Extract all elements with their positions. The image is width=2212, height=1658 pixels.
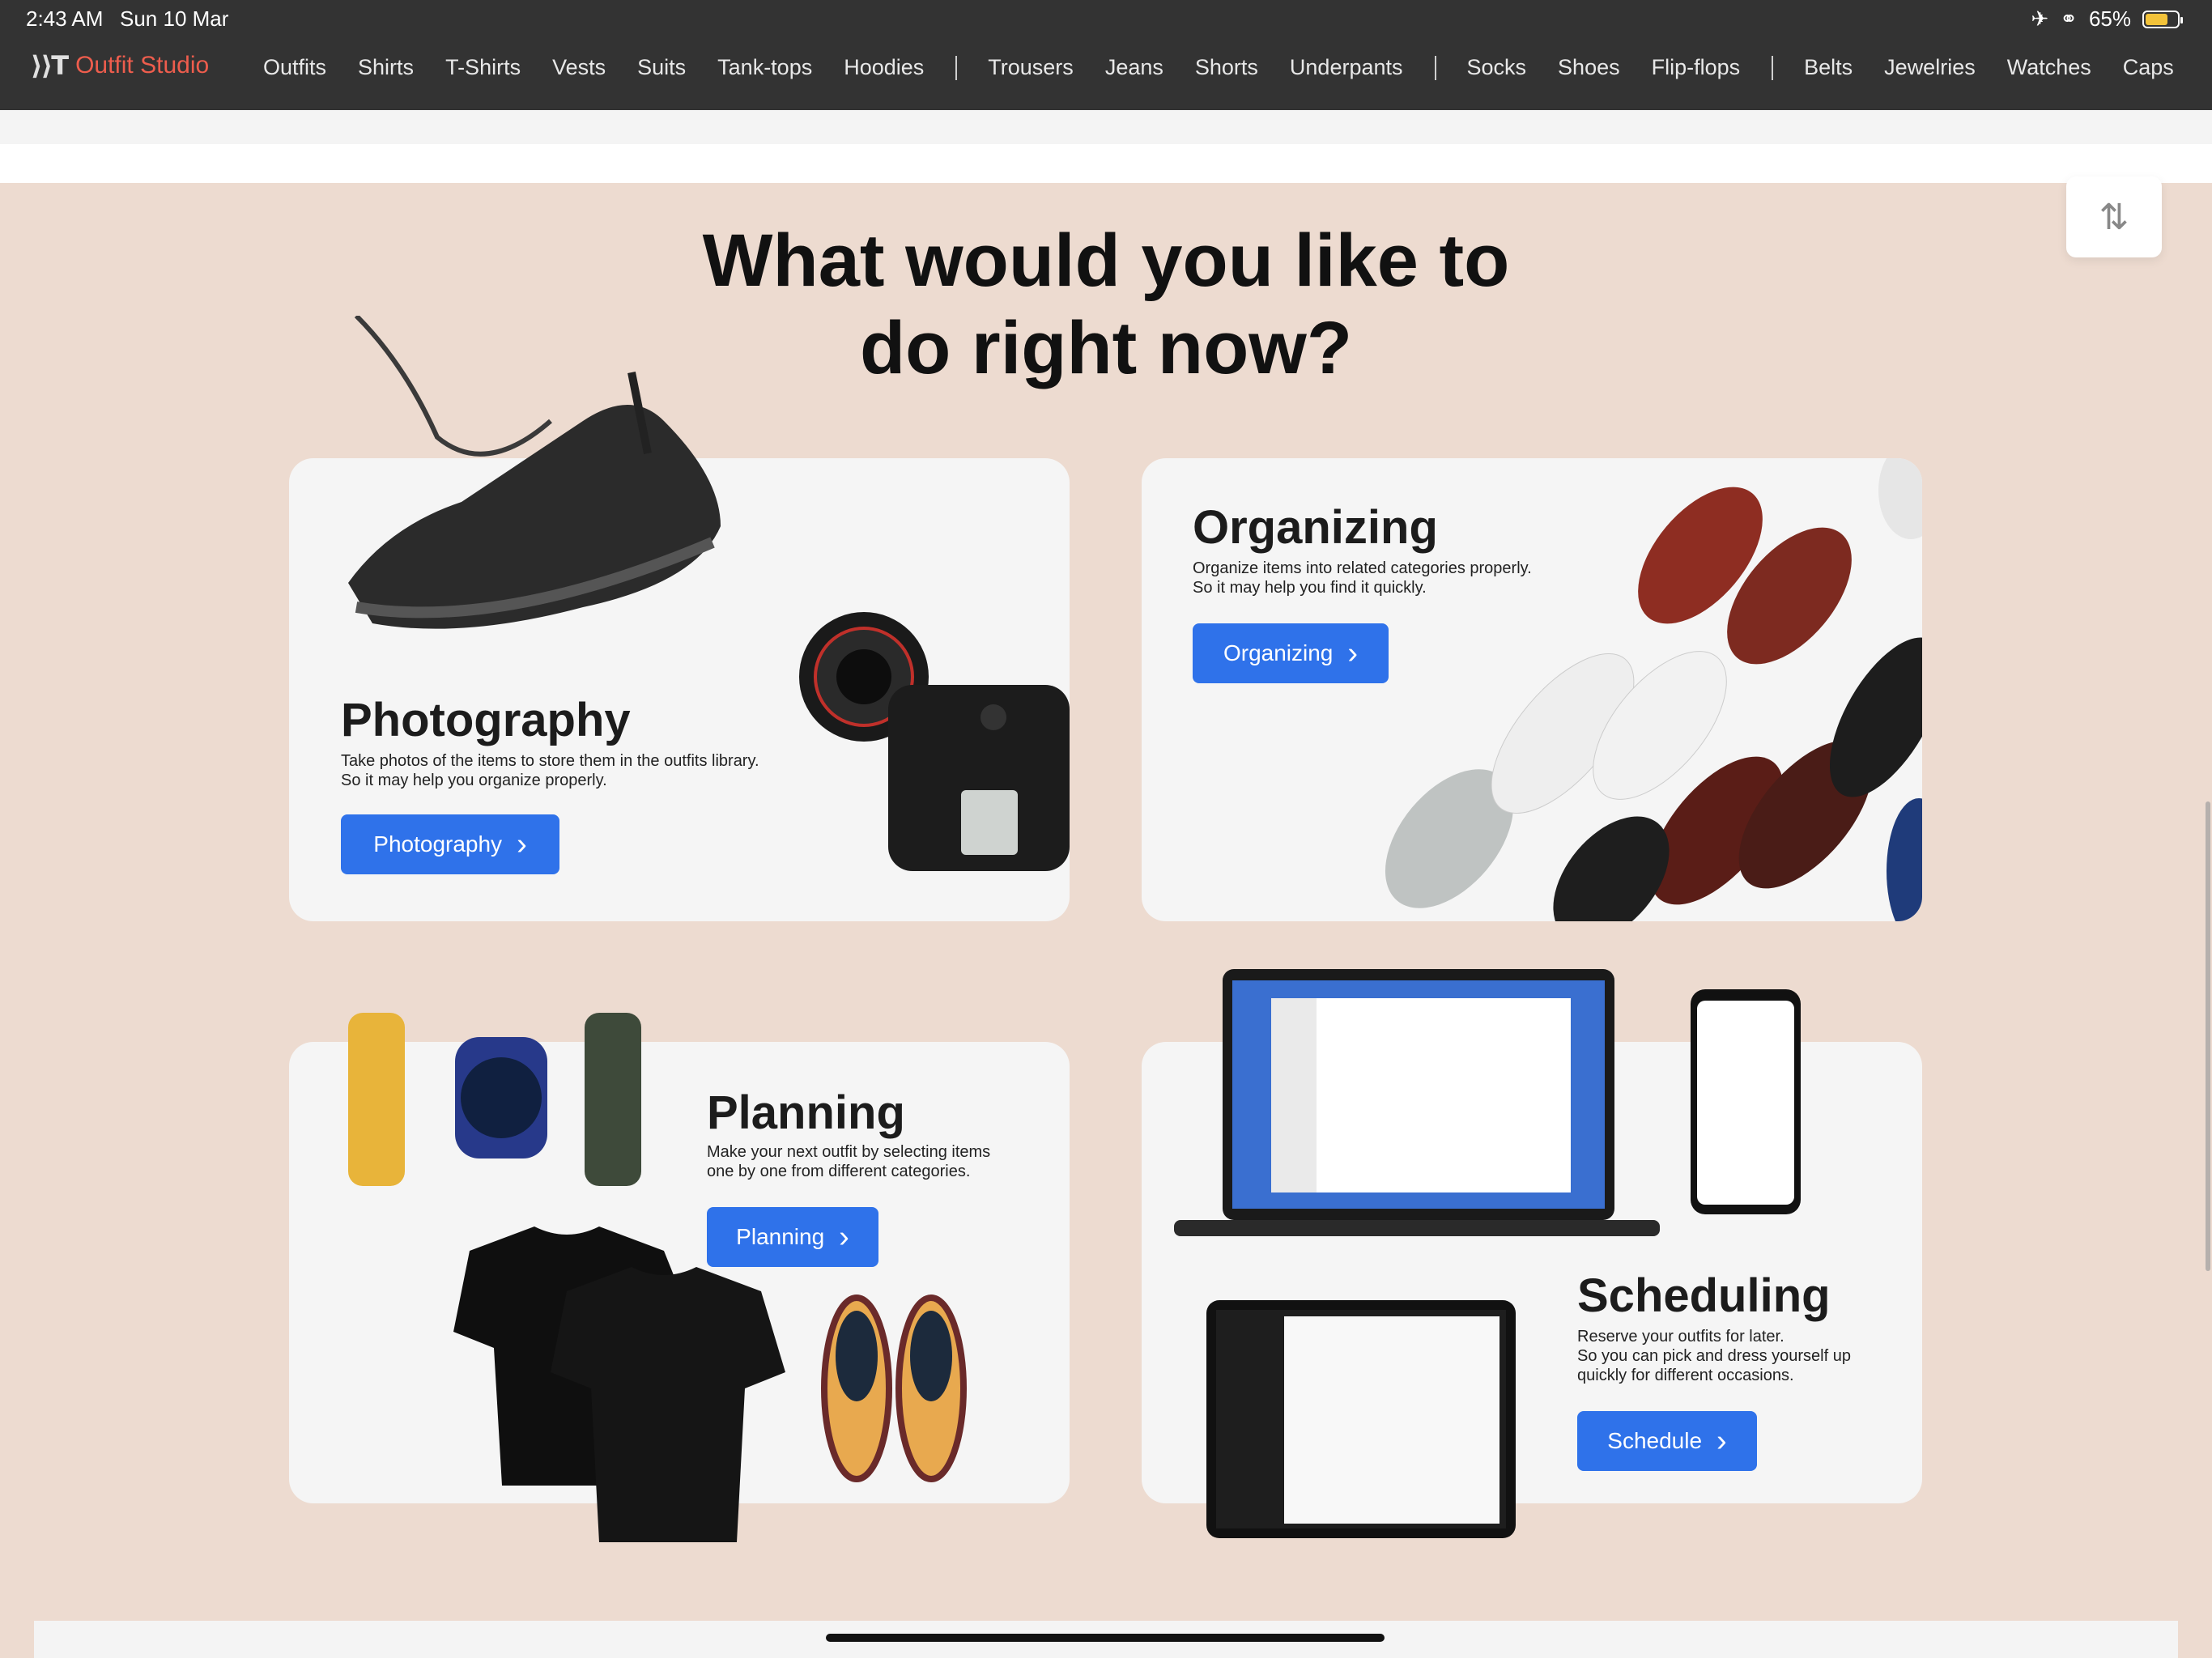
card-desc-line-1: Make your next outfit by selecting items: [707, 1143, 991, 1161]
link-icon: ⚭: [2060, 6, 2078, 31]
nav-item-shorts[interactable]: Shorts: [1195, 55, 1258, 80]
page-heading: What would you like to do right now?: [620, 217, 1592, 392]
nav-item-outfits[interactable]: Outfits: [263, 55, 326, 80]
nav-divider: [1434, 55, 1436, 80]
status-right: ✈ ⚭ 65%: [2031, 6, 2183, 32]
sneakers-top-view-image: [821, 1295, 967, 1482]
card-title: Planning: [707, 1086, 905, 1139]
sort-arrows-icon: ⇅: [2099, 197, 2129, 237]
tablet-image: [1206, 1300, 1516, 1538]
home-indicator: [826, 1634, 1385, 1642]
nav-item-watches[interactable]: Watches: [2007, 55, 2091, 80]
card-desc-line-2: one by one from different categories.: [707, 1163, 971, 1180]
brand-logo[interactable]: ⟩⟩T Outfit Studio: [31, 50, 209, 81]
nav-item-shirts[interactable]: Shirts: [358, 55, 414, 80]
chevron-right-icon: ›: [517, 827, 527, 861]
card-title: Organizing: [1193, 501, 1438, 554]
airplane-mode-icon: ✈: [2031, 6, 2049, 31]
tshirts-image: [453, 1226, 785, 1542]
sub-header-strip: [0, 110, 2212, 144]
card-title: Scheduling: [1577, 1269, 1831, 1322]
card-desc-line-1: Take photos of the items to store them i…: [341, 752, 759, 770]
heading-line-1: What would you like to: [702, 219, 1510, 302]
status-time: 2:43 AM: [26, 6, 104, 31]
sort-button[interactable]: ⇅: [2066, 176, 2162, 257]
logo-icon: ⟩⟩T: [31, 50, 69, 81]
sneaker-image: [348, 316, 721, 629]
button-label: Photography: [373, 831, 503, 857]
card-title: Photography: [341, 694, 631, 746]
card-desc-line-3: quickly for different occasions.: [1577, 1367, 1794, 1384]
organizing-card: Organizing Organize items into related c…: [1142, 458, 1922, 921]
nav-item-trousers[interactable]: Trousers: [988, 55, 1074, 80]
scroll-indicator[interactable]: [2206, 801, 2210, 1271]
button-label: Schedule: [1607, 1428, 1703, 1453]
card-desc-line-2: So it may help you organize properly.: [341, 772, 607, 789]
card-desc-line-2: So it may help you find it quickly.: [1193, 579, 1427, 597]
top-navigation: ⟩⟩T Outfit Studio Outfits Shirts T-Shirt…: [0, 36, 2212, 110]
nav-item-vests[interactable]: Vests: [552, 55, 606, 80]
status-bar: 2:43 AM Sun 10 Mar ✈ ⚭ 65%: [0, 0, 2212, 36]
status-date: Sun 10 Mar: [120, 6, 229, 31]
card-desc-line-1: Organize items into related categories p…: [1193, 559, 1532, 577]
nav-divider: [1772, 55, 1774, 80]
nav-item-hoodies[interactable]: Hoodies: [844, 55, 924, 80]
nav-item-caps[interactable]: Caps: [2123, 55, 2174, 80]
camera-image: [799, 612, 1070, 871]
laptop-image: [1174, 969, 1660, 1236]
chevron-right-icon: ›: [839, 1219, 849, 1254]
organizing-button[interactable]: Organizing ›: [1193, 623, 1389, 683]
section-divider: [0, 144, 2212, 183]
chevron-right-icon: ›: [1347, 636, 1359, 670]
nav-item-tank-tops[interactable]: Tank-tops: [717, 55, 812, 80]
nav-item-socks[interactable]: Socks: [1467, 55, 1527, 80]
nav-item-belts[interactable]: Belts: [1804, 55, 1853, 80]
heading-line-2: do right now?: [859, 307, 1353, 389]
battery-percent: 65%: [2088, 6, 2131, 31]
nav-item-underpants[interactable]: Underpants: [1290, 55, 1403, 80]
watch-straps-image: [348, 1013, 641, 1186]
nav-item-flip-flops[interactable]: Flip-flops: [1652, 55, 1741, 80]
photography-button[interactable]: Photography ›: [341, 814, 559, 874]
card-desc-line-2: So you can pick and dress yourself up: [1577, 1347, 1851, 1365]
card-desc-line-1: Reserve your outfits for later.: [1577, 1328, 1784, 1346]
nav-divider: [955, 55, 958, 80]
nav-item-tshirts[interactable]: T-Shirts: [445, 55, 521, 80]
phone-image: [1691, 989, 1801, 1214]
nav-item-jeans[interactable]: Jeans: [1105, 55, 1163, 80]
battery-icon: [2142, 10, 2183, 28]
schedule-button[interactable]: Schedule ›: [1577, 1411, 1757, 1471]
nav-item-suits[interactable]: Suits: [637, 55, 686, 80]
brand-name: Outfit Studio: [75, 52, 210, 79]
nav-item-shoes[interactable]: Shoes: [1558, 55, 1620, 80]
chevron-right-icon: ›: [1716, 1423, 1727, 1458]
button-label: Organizing: [1223, 640, 1334, 665]
nav-item-jewelries[interactable]: Jewelries: [1884, 55, 1976, 80]
category-links: Outfits Shirts T-Shirts Vests Suits Tank…: [263, 55, 2174, 80]
